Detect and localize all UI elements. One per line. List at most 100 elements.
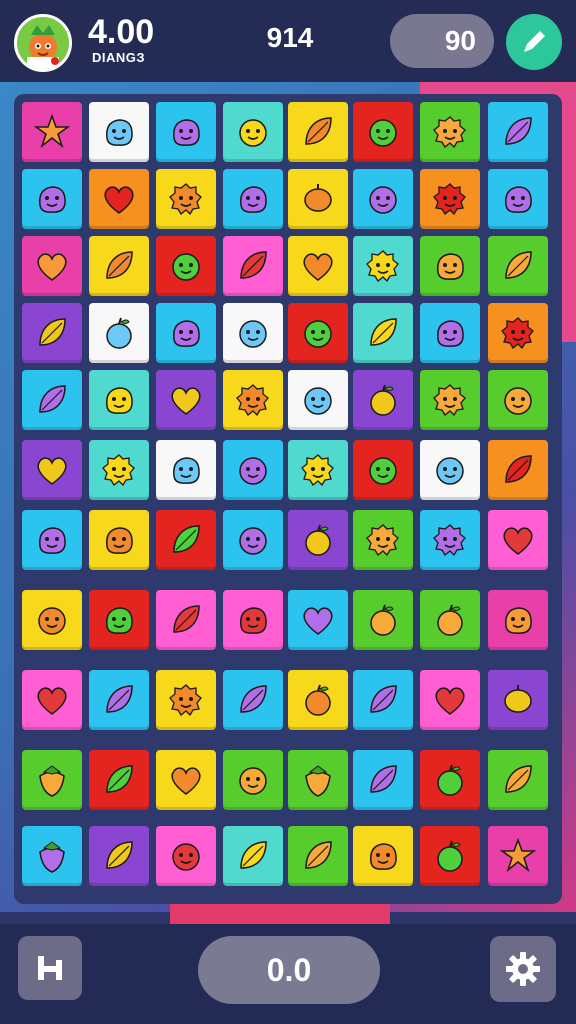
- board-tile[interactable]: [288, 590, 348, 650]
- board-tile[interactable]: [89, 826, 149, 886]
- board-tile[interactable]: [156, 510, 216, 570]
- board-tile[interactable]: [22, 510, 82, 570]
- board-tile[interactable]: [420, 750, 480, 810]
- board-tile[interactable]: [288, 169, 348, 229]
- board-tile[interactable]: [420, 826, 480, 886]
- board-tile[interactable]: [22, 590, 82, 650]
- board-tile[interactable]: [223, 826, 283, 886]
- board-tile[interactable]: [22, 826, 82, 886]
- board-tile[interactable]: [223, 670, 283, 730]
- board-tile[interactable]: [488, 169, 548, 229]
- leaf-icon: [505, 455, 532, 483]
- board-tile[interactable]: [288, 102, 348, 162]
- board-tile[interactable]: [488, 750, 548, 810]
- blob-icon: [240, 607, 267, 634]
- leaf-icon: [106, 251, 133, 279]
- board-tile[interactable]: [22, 440, 82, 500]
- face-icon: [239, 119, 267, 147]
- board-tile[interactable]: [288, 370, 348, 430]
- board-tile[interactable]: [488, 826, 548, 886]
- board-tile[interactable]: [488, 510, 548, 570]
- board-tile[interactable]: [156, 750, 216, 810]
- board-tile[interactable]: [89, 236, 149, 296]
- board-tile[interactable]: [156, 370, 216, 430]
- board-tile[interactable]: [223, 169, 283, 229]
- board-tile[interactable]: [288, 236, 348, 296]
- board-tile[interactable]: [89, 370, 149, 430]
- board-tile[interactable]: [223, 102, 283, 162]
- leaf-icon: [106, 765, 133, 793]
- board-tile[interactable]: [22, 236, 82, 296]
- board-tile[interactable]: [353, 102, 413, 162]
- board-tile[interactable]: [353, 440, 413, 500]
- board-tile[interactable]: [353, 670, 413, 730]
- board-tile[interactable]: [89, 590, 149, 650]
- board-tile[interactable]: [89, 670, 149, 730]
- board-tile[interactable]: [420, 590, 480, 650]
- board-tile[interactable]: [156, 826, 216, 886]
- board-tile[interactable]: [22, 303, 82, 363]
- board-tile[interactable]: [223, 370, 283, 430]
- board-tile[interactable]: [353, 510, 413, 570]
- board-tile[interactable]: [89, 750, 149, 810]
- board-tile[interactable]: [89, 440, 149, 500]
- bottom-score-pill[interactable]: 0.0: [198, 936, 380, 1004]
- board-tile[interactable]: [488, 370, 548, 430]
- board-tile[interactable]: [223, 303, 283, 363]
- board-tile[interactable]: [22, 670, 82, 730]
- board-tile[interactable]: [488, 670, 548, 730]
- board-tile[interactable]: [288, 670, 348, 730]
- board-tile[interactable]: [353, 303, 413, 363]
- board-tile[interactable]: [353, 169, 413, 229]
- board-tile[interactable]: [156, 169, 216, 229]
- edit-button[interactable]: [506, 14, 562, 70]
- avatar[interactable]: [14, 14, 72, 72]
- board-tile[interactable]: [288, 826, 348, 886]
- board-tile[interactable]: [488, 102, 548, 162]
- board-tile[interactable]: [89, 510, 149, 570]
- board-tile[interactable]: [353, 236, 413, 296]
- board-tile[interactable]: [223, 750, 283, 810]
- board-tile[interactable]: [420, 102, 480, 162]
- board-tile[interactable]: [288, 440, 348, 500]
- board-tile[interactable]: [22, 169, 82, 229]
- board-tile[interactable]: [288, 510, 348, 570]
- board-tile[interactable]: [223, 236, 283, 296]
- board-tile[interactable]: [353, 750, 413, 810]
- board-tile[interactable]: [89, 303, 149, 363]
- board-tile[interactable]: [353, 590, 413, 650]
- board-tile[interactable]: [22, 102, 82, 162]
- board-tile[interactable]: [488, 303, 548, 363]
- board-tile[interactable]: [156, 670, 216, 730]
- board-tile[interactable]: [420, 169, 480, 229]
- board-tile[interactable]: [156, 236, 216, 296]
- board-tile[interactable]: [156, 440, 216, 500]
- board-tile[interactable]: [89, 169, 149, 229]
- board-tile[interactable]: [488, 440, 548, 500]
- board-tile[interactable]: [488, 590, 548, 650]
- home-button[interactable]: [18, 936, 82, 1000]
- board-tile[interactable]: [223, 590, 283, 650]
- board-tile[interactable]: [488, 236, 548, 296]
- board-tile[interactable]: [223, 440, 283, 500]
- board-tile[interactable]: [288, 750, 348, 810]
- board-tile[interactable]: [156, 303, 216, 363]
- board-tile[interactable]: [420, 510, 480, 570]
- board-tile[interactable]: [420, 236, 480, 296]
- board-tile[interactable]: [420, 303, 480, 363]
- board-tile[interactable]: [89, 102, 149, 162]
- board-tile[interactable]: [420, 370, 480, 430]
- board-tile[interactable]: [223, 510, 283, 570]
- board-tile[interactable]: [353, 826, 413, 886]
- board-tile[interactable]: [22, 370, 82, 430]
- settings-button[interactable]: [490, 936, 556, 1002]
- board-tile[interactable]: [420, 670, 480, 730]
- board-tile[interactable]: [420, 440, 480, 500]
- board-tile[interactable]: [353, 370, 413, 430]
- blob-icon: [106, 607, 133, 634]
- board-tile[interactable]: [22, 750, 82, 810]
- board-tile[interactable]: [156, 102, 216, 162]
- board-tile[interactable]: [288, 303, 348, 363]
- board-tile[interactable]: [156, 590, 216, 650]
- coins-pill[interactable]: 90: [390, 14, 494, 68]
